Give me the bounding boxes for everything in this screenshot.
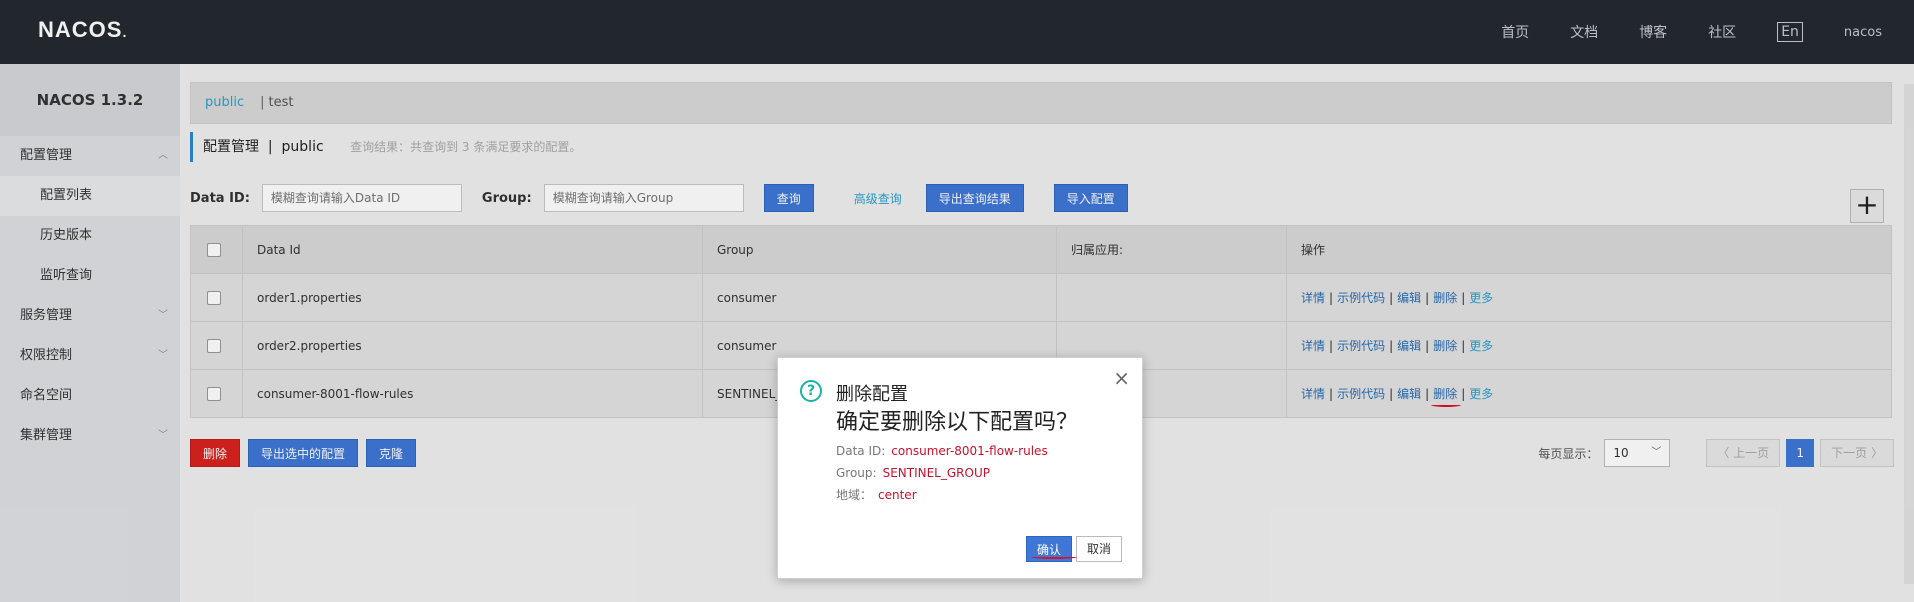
close-icon[interactable]: × — [1113, 366, 1130, 390]
detail-dataid: Data ID: consumer-8001-flow-rules — [836, 444, 1048, 458]
confirm-button[interactable]: 确认 — [1025, 536, 1078, 562]
question-icon: ? — [800, 380, 822, 402]
dialog-details: Data ID: consumer-8001-flow-rules Group: S… — [836, 440, 1048, 506]
dialog-title: 删除配置 — [836, 384, 908, 405]
detail-region: 地域： center — [836, 488, 917, 502]
dialog-question: 确定要删除以下配置吗？ — [836, 410, 1079, 435]
detail-group: Group: SENTINEL_GROUP — [836, 466, 990, 480]
delete-confirm-dialog: × ? 删除配置 确定要删除以下配置吗？ Data ID: consumer-80… — [777, 357, 1143, 579]
dialog-footer: 确认 取消 — [1025, 536, 1122, 562]
cancel-button[interactable]: 取消 — [1075, 536, 1122, 562]
